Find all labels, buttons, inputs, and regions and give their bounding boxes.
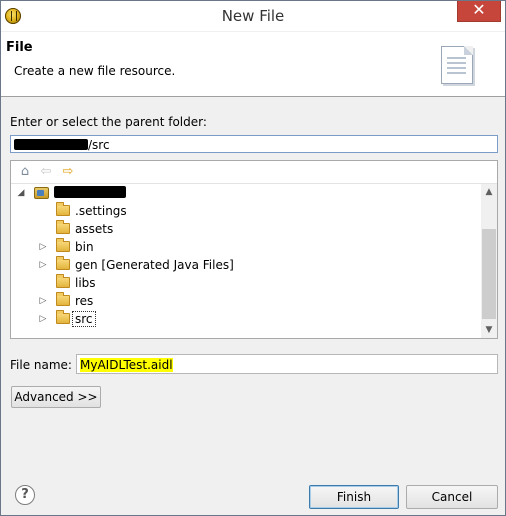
android-project-icon xyxy=(34,187,49,199)
folder-icon xyxy=(56,220,70,234)
folder-icon xyxy=(56,310,70,324)
page-description: Create a new file resource. xyxy=(14,64,176,78)
file-name-value: MyAIDLTest.aidl xyxy=(80,358,173,372)
cancel-button[interactable]: Cancel xyxy=(406,485,498,509)
new-file-dialog: New File ✕ File Create a new file resour… xyxy=(0,0,506,516)
back-arrow-icon[interactable]: ⇦ xyxy=(39,165,53,179)
folder-tree[interactable]: ⌂ ⇦ ⇨ ◢ .settings assets ▷ bin ▷ gen [Ge… xyxy=(10,160,498,339)
collapsed-twisty-icon[interactable]: ▷ xyxy=(38,257,48,273)
finish-button[interactable]: Finish xyxy=(309,485,399,509)
tree-item-label xyxy=(54,185,126,201)
expanded-twisty-icon[interactable]: ◢ xyxy=(16,185,26,201)
folder-icon xyxy=(56,292,70,306)
scroll-up-arrow-icon[interactable]: ▲ xyxy=(481,184,497,200)
tree-item-project[interactable]: ◢ xyxy=(11,184,481,202)
scrollbar-thumb[interactable] xyxy=(482,229,496,319)
tree-toolbar: ⌂ ⇦ ⇨ xyxy=(11,161,497,184)
parent-folder-path-suffix: /src xyxy=(88,138,110,152)
title-bar[interactable]: New File ✕ xyxy=(1,1,505,31)
tree-item-bin[interactable]: ▷ bin xyxy=(11,238,481,256)
advanced-button[interactable]: Advanced >> xyxy=(11,386,101,408)
tree-vertical-scrollbar[interactable]: ▲ ▼ xyxy=(481,184,497,338)
help-icon[interactable]: ? xyxy=(15,485,35,505)
collapsed-twisty-icon[interactable]: ▷ xyxy=(38,311,48,327)
page-title: File xyxy=(6,40,33,55)
tree-item-src[interactable]: ▷ src xyxy=(11,310,481,328)
tree-rows: ◢ .settings assets ▷ bin ▷ gen [Generate… xyxy=(11,184,481,338)
parent-folder-input[interactable]: /src xyxy=(10,135,498,153)
file-name-input[interactable]: MyAIDLTest.aidl xyxy=(76,354,498,374)
file-name-label: File name: xyxy=(10,358,72,372)
parent-folder-label: Enter or select the parent folder: xyxy=(10,115,207,129)
redacted-project-name xyxy=(54,186,126,198)
folder-icon xyxy=(56,274,70,288)
tree-item-gen[interactable]: ▷ gen [Generated Java Files] xyxy=(11,256,481,274)
tree-item-label: libs xyxy=(75,276,96,290)
collapsed-twisty-icon[interactable]: ▷ xyxy=(38,239,48,255)
scroll-down-arrow-icon[interactable]: ▼ xyxy=(481,322,497,338)
close-button[interactable]: ✕ xyxy=(457,1,501,22)
tree-item-res[interactable]: ▷ res xyxy=(11,292,481,310)
tree-item-settings[interactable]: .settings xyxy=(11,202,481,220)
folder-icon xyxy=(56,256,70,270)
document-icon xyxy=(441,46,473,84)
window-title: New File xyxy=(221,7,285,25)
folder-icon xyxy=(56,238,70,252)
tree-item-assets[interactable]: assets xyxy=(11,220,481,238)
folder-icon xyxy=(56,202,70,216)
tree-item-label: src xyxy=(72,311,96,327)
redacted-path xyxy=(14,139,88,150)
tree-item-label: assets xyxy=(75,222,114,236)
tree-item-label: res xyxy=(75,294,94,308)
tree-item-label: gen [Generated Java Files] xyxy=(75,258,234,272)
tree-item-label: bin xyxy=(75,240,94,254)
collapsed-twisty-icon[interactable]: ▷ xyxy=(38,293,48,309)
selected-item-label: src xyxy=(72,311,96,327)
tree-item-libs[interactable]: libs xyxy=(11,274,481,292)
wizard-header: File Create a new file resource. xyxy=(1,32,505,97)
tree-item-label: .settings xyxy=(75,204,127,218)
forward-arrow-icon[interactable]: ⇨ xyxy=(61,165,75,179)
home-icon[interactable]: ⌂ xyxy=(18,165,32,179)
